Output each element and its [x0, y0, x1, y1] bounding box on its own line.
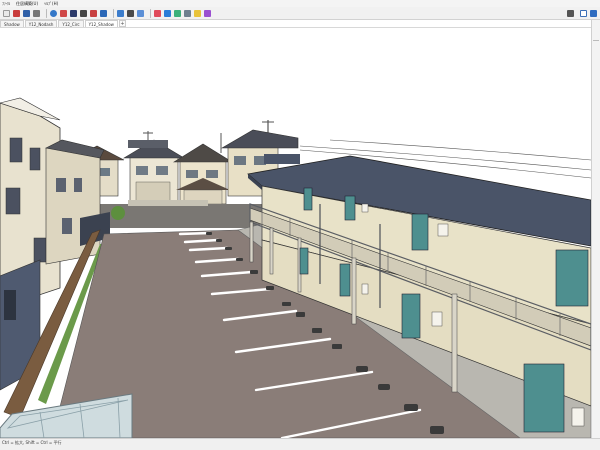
yellow-tool-icon[interactable]: [194, 9, 201, 17]
users-icon[interactable]: [590, 9, 597, 17]
tab-y12-circ[interactable]: Y12_Circ: [58, 20, 84, 27]
orbit-icon[interactable]: [50, 9, 57, 17]
menu-help[interactable]: ﾍﾙﾌﾟ(H): [44, 0, 58, 7]
menu-bar: ﾌｧｲﾙ 住居構築(U) ﾍﾙﾌﾟ(H): [0, 0, 600, 7]
gray-tool-icon[interactable]: [184, 9, 191, 17]
settings-icon[interactable]: [137, 9, 144, 17]
dock-separator: [593, 40, 599, 41]
menu-build[interactable]: 住居構築(U): [16, 0, 38, 7]
status-bar: Ctrl = 拡大, Shift = Ctrl = 平行: [0, 438, 600, 450]
main-toolbar: [0, 7, 600, 20]
blue-tool-icon[interactable]: [164, 9, 171, 17]
document-icon[interactable]: [580, 9, 587, 17]
curb: [128, 200, 208, 206]
camera-icon[interactable]: [100, 9, 107, 17]
view-icon[interactable]: [127, 9, 134, 17]
status-text: Ctrl = 拡大, Shift = Ctrl = 平行: [2, 440, 62, 445]
toolbar-separator: [113, 8, 114, 18]
menu-file[interactable]: ﾌｧｲﾙ: [2, 0, 10, 7]
tree: [111, 206, 125, 220]
tab-y12-shadow[interactable]: Y12_Shadow: [84, 20, 118, 27]
walk-icon[interactable]: [90, 9, 97, 17]
toolbar-separator: [150, 8, 151, 18]
green-tool-icon[interactable]: [174, 9, 181, 17]
zoom-icon[interactable]: [60, 9, 67, 17]
document-tabs: Shadow Y12_Nodash Y12_Circ Y12_Shadow +: [0, 20, 600, 28]
app-window: ﾌｧｲﾙ 住居構築(U) ﾍﾙﾌﾟ(H) Shadow Y12_Nodash Y…: [0, 0, 600, 450]
3d-viewport[interactable]: [0, 28, 591, 438]
layer-icon[interactable]: [117, 9, 124, 17]
tab-y12-nodash[interactable]: Y12_Nodash: [24, 20, 58, 27]
tab-shadow[interactable]: Shadow: [0, 20, 24, 27]
save-icon[interactable]: [13, 9, 20, 17]
cut-icon[interactable]: [33, 9, 40, 17]
open-icon[interactable]: [23, 9, 30, 17]
right-dock-panel[interactable]: [591, 20, 600, 438]
fit-icon[interactable]: [80, 9, 87, 17]
red-tool-icon[interactable]: [154, 9, 161, 17]
add-tab-button[interactable]: +: [118, 20, 126, 27]
pan-icon[interactable]: [70, 9, 77, 17]
exit-icon[interactable]: [567, 9, 574, 17]
new-doc-icon[interactable]: [3, 9, 10, 17]
scene-render: [0, 28, 591, 438]
toolbar-separator: [46, 8, 47, 18]
purple-tool-icon[interactable]: [204, 9, 211, 17]
